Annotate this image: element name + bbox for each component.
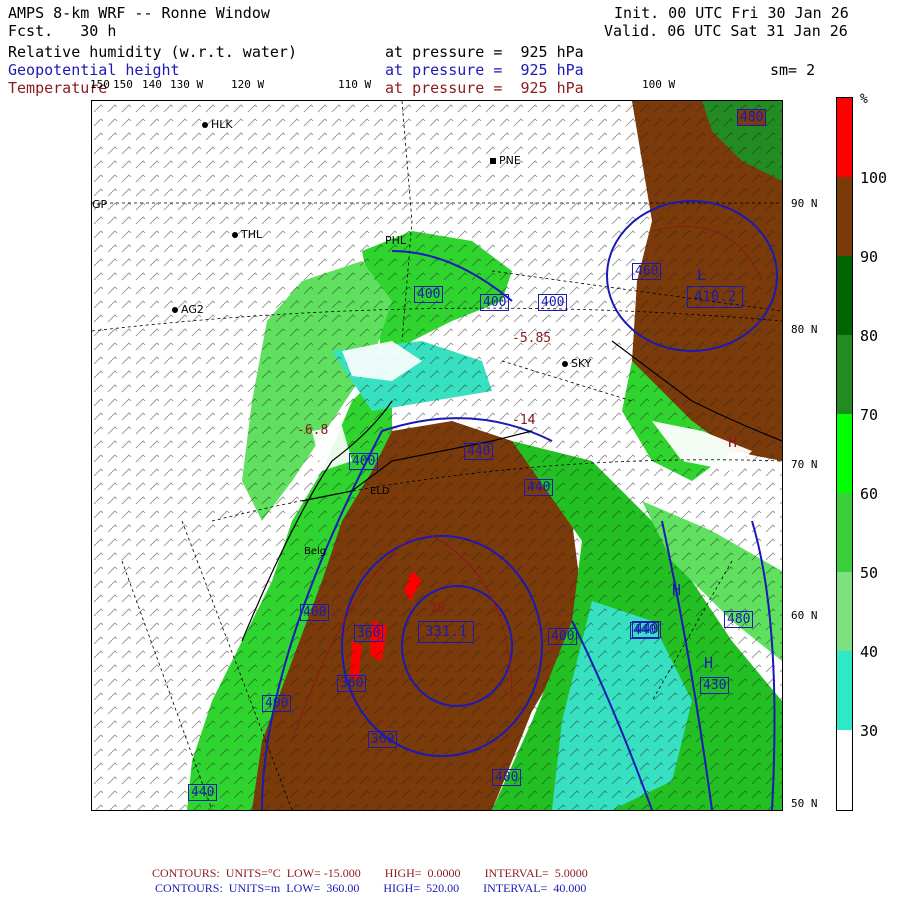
height-label: 440 <box>632 621 662 638</box>
low-center-marker: L <box>697 266 707 284</box>
height-label: 440 <box>524 479 554 496</box>
map-panel: HLK PNE THL PHL AG2 SKY GP ELD Belg 480 … <box>91 100 783 811</box>
field-rh-name: Relative humidity (w.r.t. water) <box>8 43 297 61</box>
temp-label: -5.85 <box>512 331 552 346</box>
height-label: 430 <box>700 677 730 694</box>
colorbar-segment <box>837 493 852 572</box>
colorbar-segment <box>837 98 852 177</box>
colorbar-segment <box>837 335 852 414</box>
height-label: 460 <box>632 263 662 280</box>
height-label: 360 <box>354 625 384 642</box>
height-label: 400 <box>300 604 330 621</box>
temp-label: -6.8 <box>297 423 329 438</box>
temp-label: -10 <box>422 601 446 616</box>
colorbar-segment <box>837 414 852 493</box>
colorbar-label: 40 <box>860 643 879 661</box>
map-title: AMPS 8-km WRF -- Ronne Window <box>8 4 270 22</box>
temp-label: -14 <box>512 413 536 428</box>
station-eld: ELD <box>370 486 390 497</box>
height-label: 360 <box>368 731 398 748</box>
height-label: 480 <box>724 611 754 628</box>
height-label: 400 <box>262 695 292 712</box>
colorbar-segment <box>837 651 852 730</box>
height-label: 440 <box>188 784 218 801</box>
colorbar-segment <box>837 177 852 256</box>
colorbar-label: 50 <box>860 564 879 582</box>
field-height-name: Geopotential height <box>8 61 180 79</box>
high-center-marker: H <box>728 433 738 451</box>
station-thl: THL <box>232 228 262 241</box>
colorbar-segment <box>837 730 852 810</box>
lon-label: 110 W <box>338 78 372 91</box>
height-label: 360 <box>337 675 367 692</box>
station-gp: GP <box>92 198 108 211</box>
colorbar-label: 90 <box>860 248 879 266</box>
colorbar-segment <box>837 256 852 335</box>
map-canvas <box>92 101 782 810</box>
lat-label: 50 N <box>791 797 818 810</box>
high-center-marker: H <box>672 581 682 599</box>
field-rh-level: at pressure = 925 hPa <box>385 43 584 61</box>
lat-label: 80 N <box>791 323 818 336</box>
smoothing-label: sm= 2 <box>770 61 816 79</box>
lon-label: 100 W <box>642 78 676 91</box>
station-sky: SKY <box>562 357 592 370</box>
init-time: Init. 00 UTC Fri 30 Jan 26 <box>614 4 849 22</box>
lon-label: 140 <box>142 78 162 91</box>
low-center-value: 331.1 <box>418 621 475 643</box>
lat-label: 90 N <box>791 197 818 210</box>
station-belg: Belg <box>304 546 327 557</box>
colorbar-label: 60 <box>860 485 879 503</box>
lat-label: 70 N <box>791 458 818 471</box>
colorbar-label: 30 <box>860 722 879 740</box>
height-label: 400 <box>538 294 568 311</box>
station-hlk: HLK <box>202 118 233 131</box>
lon-label: 130 W <box>170 78 204 91</box>
height-label: 400 <box>414 286 444 303</box>
station-ag2: AG2 <box>172 303 204 316</box>
field-temp-level: at pressure = 925 hPa <box>385 79 584 97</box>
lon-label: 120 W <box>231 78 265 91</box>
valid-time: Valid. 06 UTC Sat 31 Jan 26 <box>604 22 848 40</box>
station-pne: PNE <box>490 154 521 167</box>
footer-temp-contours: CONTOURS: UNITS=°C LOW= -15.000 HIGH= 0.… <box>152 866 588 880</box>
low-center-value-ne: 410.2 <box>687 286 744 308</box>
height-label: 400 <box>492 769 522 786</box>
colorbar <box>836 97 853 811</box>
height-label: 400 <box>349 453 379 470</box>
colorbar-label: 80 <box>860 327 879 345</box>
field-height-level: at pressure = 925 hPa <box>385 61 584 79</box>
forecast-hour: Fcst. 30 h <box>8 22 117 40</box>
station-phl: PHL <box>385 234 407 247</box>
colorbar-label: 100 <box>860 169 888 187</box>
height-label: 480 <box>737 109 767 126</box>
high-center-marker: H <box>704 654 714 672</box>
colorbar-unit: % <box>860 92 868 107</box>
lat-label: 60 N <box>791 609 818 622</box>
lon-label: 150 <box>90 78 110 91</box>
colorbar-segment <box>837 572 852 651</box>
height-label: 440 <box>464 443 494 460</box>
colorbar-label: 70 <box>860 406 879 424</box>
height-label: 400 <box>548 628 578 645</box>
footer-height-contours: CONTOURS: UNITS=m LOW= 360.00 HIGH= 520.… <box>155 881 587 895</box>
height-label: 400 <box>480 294 510 311</box>
lon-label: 150 <box>113 78 133 91</box>
